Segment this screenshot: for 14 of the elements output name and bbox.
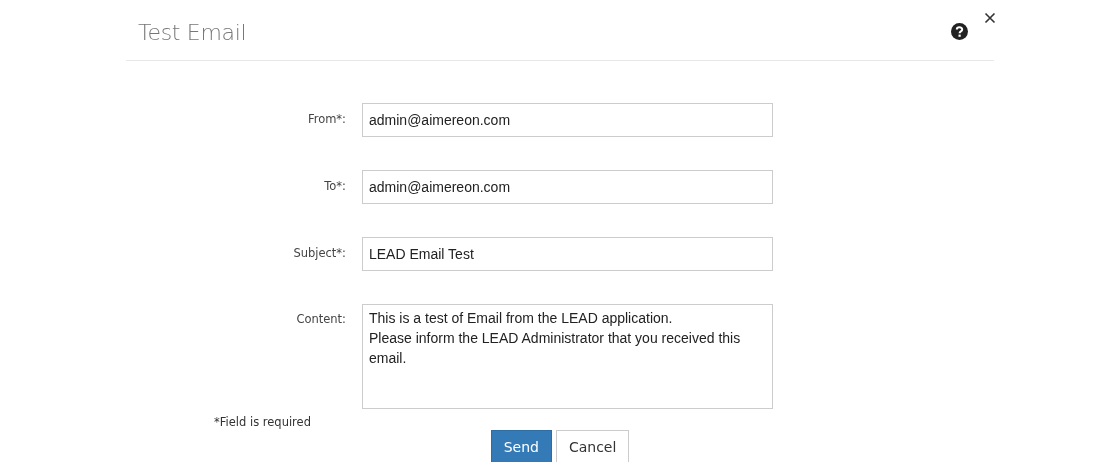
help-icon[interactable] (951, 23, 968, 40)
required-note: *Field is required (213, 415, 312, 430)
field-label: Content: (295, 311, 346, 328)
input-field[interactable]: admin@aimereon.com (362, 103, 773, 137)
content-textarea[interactable]: This is a test of Email from the LEAD application. Please inform the LEAD Administrator that you received this email. (362, 304, 773, 409)
close-icon[interactable] (984, 12, 996, 24)
field-label: Subject*: (292, 245, 346, 263)
cancel-button[interactable]: Cancel (555, 430, 630, 462)
field-label: To*: (323, 178, 346, 196)
field-label: From*: (306, 111, 346, 129)
dialog-title: Test Email (138, 19, 247, 47)
send-button[interactable]: Send (490, 430, 552, 462)
input-field[interactable]: LEAD Email Test (362, 237, 773, 271)
input-field[interactable]: admin@aimereon.com (362, 170, 773, 204)
